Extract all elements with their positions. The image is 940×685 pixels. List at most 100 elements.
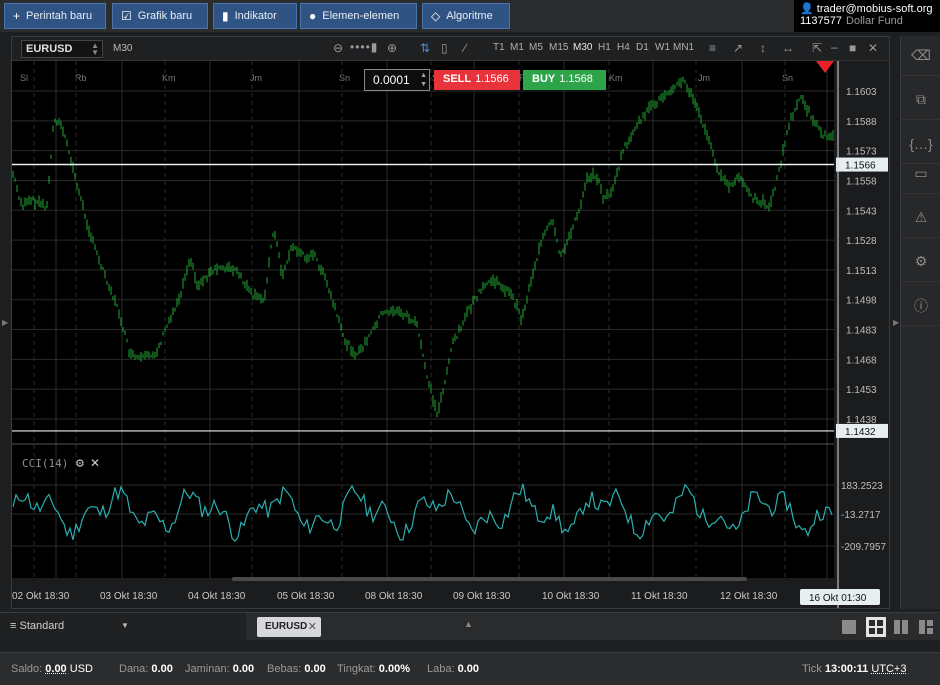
timezone[interactable]: UTC+3 [871, 663, 906, 675]
collapse-left-icon[interactable]: ▶ [2, 318, 8, 327]
account-fund-name: Dollar Fund [846, 15, 903, 27]
profile-value: Standard [19, 620, 65, 632]
bar-chart-icon: ▮ [222, 9, 229, 23]
timeframe-d1[interactable]: D1 [636, 42, 649, 53]
status-bar: Saldo: 0.00 USD Dana: 0.00 Jaminan: 0.00… [0, 652, 940, 685]
clock-item: Tick 13:00:11 UTC+3 [802, 663, 906, 675]
copy-window-icon[interactable]: ⧉ [901, 80, 940, 120]
close-indicator-icon[interactable]: ✕ [90, 456, 100, 470]
date-tick-label: 08 Okt 18:30 [365, 591, 423, 602]
timeframe-m15[interactable]: M15 [549, 42, 568, 53]
new-order-button[interactable]: + Perintah baru [4, 3, 106, 29]
gear-icon[interactable]: ⚙ [75, 457, 85, 470]
layout-grid-icon[interactable] [866, 617, 886, 637]
timeframe-mn1[interactable]: MN1 [673, 42, 694, 53]
chart-toolbar: EURUSD ▲ ▼ M30 ⊖ ••••▮ ⊕ ⇅ ▯ ∕ T1 M1 M5 M15 M… [12, 37, 889, 61]
timeframe-t1[interactable]: T1 [493, 42, 505, 53]
bars-type-icon[interactable]: ⇅ [420, 41, 430, 55]
chevron-down-icon: ▼ [121, 621, 129, 630]
dana-item: Dana: 0.00 [119, 663, 173, 675]
symbol-select[interactable]: EURUSD ▲ ▼ [21, 40, 103, 58]
new-chart-button[interactable]: ☑ Grafik baru [112, 3, 208, 29]
price-tick-label: 1.1498 [846, 296, 877, 307]
timeframe-h4[interactable]: H4 [617, 42, 630, 53]
price-tick-label: 1.1528 [846, 236, 877, 247]
timeframe-m5[interactable]: M5 [529, 42, 543, 53]
collapse-up-icon[interactable]: ▲ [464, 619, 473, 629]
dana-label: Dana: [119, 663, 149, 675]
close-tab-icon[interactable]: ✕ [308, 620, 317, 633]
chart-check-icon: ☑ [121, 9, 132, 23]
tab-bar: ≡ Standard ▼ EURUSD ✕ ▲ [0, 612, 940, 640]
line-type-icon[interactable]: ∕ [464, 41, 466, 55]
date-tick-label: 11 Okt 18:30 [631, 591, 688, 602]
tab-eurusd[interactable]: EURUSD ✕ [257, 617, 321, 637]
saldo-value[interactable]: 0.00 [45, 663, 66, 675]
day-label: Jm [698, 73, 710, 83]
profile-select[interactable]: ≡ Standard ▼ [0, 613, 246, 640]
symbol-value: EURUSD [26, 43, 73, 55]
plot-area [12, 61, 834, 578]
quantity-value: 0.0001 [373, 73, 410, 87]
top-toolbar: + Perintah baru ☑ Grafik baru ▮ Indikato… [0, 0, 940, 32]
day-label: Rb [75, 73, 87, 83]
horizontal-line-icon[interactable]: ↔ [782, 41, 794, 55]
buy-button[interactable]: BUY 1.1568 [523, 70, 606, 90]
candles-type-icon[interactable]: ▯ [441, 41, 448, 55]
timeframe-m1[interactable]: M1 [510, 42, 524, 53]
plus-icon: + [13, 9, 21, 23]
date-tick-label: 04 Okt 18:30 [188, 591, 246, 602]
terminal-icon[interactable]: ▭ [901, 154, 940, 194]
shapes-icon: ● [309, 9, 317, 23]
quantity-stepper-icon[interactable]: ▲ ▼ [420, 71, 427, 89]
eraser-icon[interactable]: ⌫ [901, 36, 940, 76]
settings-icon[interactable]: ⚙ [901, 242, 940, 282]
price-tick-label: 1.1603 [846, 87, 877, 98]
tick-label: Tick [802, 663, 822, 675]
price-chart[interactable]: 1.1603 1.1588 1.1573 1.1558 1.1543 1.1528 1.15… [12, 61, 889, 608]
cci-indicator-label: CCI(14) [22, 457, 69, 470]
layout-rows-icon[interactable] [918, 619, 934, 635]
chart-scrollbar[interactable] [232, 577, 747, 581]
warning-icon[interactable]: ⚠ [901, 198, 940, 238]
date-tick-label: 05 Okt 18:30 [277, 591, 335, 602]
vertical-line-icon[interactable]: ↕ [760, 41, 766, 55]
zoom-in-icon[interactable]: ⊕ [387, 41, 397, 55]
zoom-slider[interactable]: ••••▮ [350, 40, 378, 54]
timeframe-m30[interactable]: M30 [573, 42, 592, 53]
user-icon: 👤 [800, 3, 814, 15]
chart-window: EURUSD ▲ ▼ M30 ⊖ ••••▮ ⊕ ⇅ ▯ ∕ T1 M1 M5 M15 M… [11, 36, 890, 609]
elements-button[interactable]: ● Elemen-elemen [300, 3, 417, 29]
expand-right-icon[interactable]: ▶ [893, 318, 899, 327]
new-order-label: Perintah baru [26, 10, 93, 22]
indicator-button[interactable]: ▮ Indikator [213, 3, 297, 29]
sell-button[interactable]: SELL 1.1566 [434, 70, 520, 90]
date-tick-label: 03 Okt 18:30 [100, 591, 158, 602]
current-price-badge-label: 1.1566 [845, 161, 876, 172]
trendline-icon[interactable]: ↗ [733, 41, 743, 55]
timeframe-w1[interactable]: W1 [655, 42, 670, 53]
layout-columns-icon[interactable] [893, 619, 909, 635]
buy-price: 1.1568 [559, 73, 593, 85]
timeframe-h1[interactable]: H1 [598, 42, 611, 53]
indicator-template-icon[interactable]: ≡ [709, 41, 716, 55]
date-tick-label: 12 Okt 18:30 [720, 591, 778, 602]
hamburger-icon: ≡ [10, 620, 17, 632]
laba-value: 0.00 [457, 663, 480, 675]
sell-price: 1.1566 [475, 73, 509, 85]
indicator-label: Indikator [234, 10, 277, 22]
laba-label: Laba: [427, 663, 455, 675]
close-icon[interactable]: ✕ [868, 41, 878, 55]
price-tick-label: 1.1588 [846, 117, 877, 128]
popout-icon[interactable]: ⇱ [812, 41, 822, 55]
zoom-out-icon[interactable]: ⊖ [333, 41, 343, 55]
minimize-icon[interactable]: – [831, 40, 838, 54]
algorithm-button[interactable]: ◇ Algoritme [422, 3, 510, 29]
info-icon[interactable]: ⓘ [901, 286, 940, 326]
layout-single-icon[interactable] [841, 619, 857, 635]
saldo-label: Saldo: [11, 663, 43, 675]
maximize-icon[interactable]: ■ [849, 41, 856, 55]
quantity-input[interactable]: 0.0001 ▲ ▼ [364, 69, 430, 91]
sell-label: SELL [443, 73, 472, 85]
account-panel[interactable]: 👤 trader@mobius-soft.org 1137577 Dollar F… [794, 0, 940, 32]
